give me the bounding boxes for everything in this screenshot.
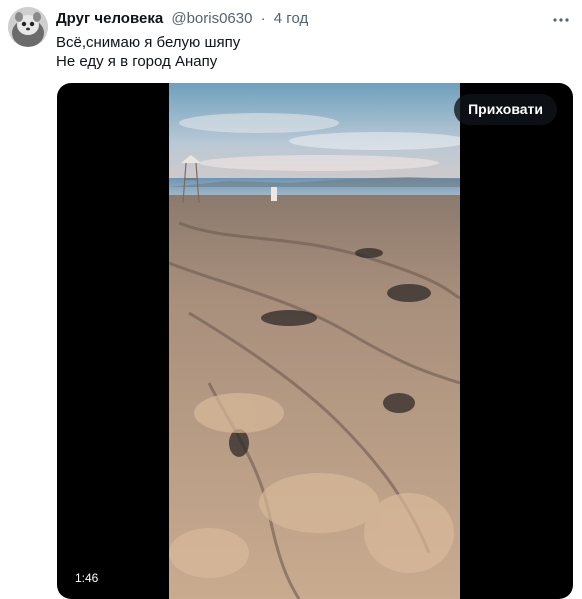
avatar-image [8, 7, 48, 47]
tweet: Друг человека @boris0630 · 4 год Всё,сни… [0, 0, 582, 599]
author-handle[interactable]: @boris0630 [171, 10, 252, 27]
avatar[interactable] [8, 7, 48, 47]
video-player[interactable]: Приховати 1:46 [57, 83, 573, 599]
more-horizontal-icon [552, 10, 570, 27]
video-frame[interactable] [169, 83, 460, 599]
tweet-text: Всё,снимаю я белую шяпу Не еду я в город… [56, 33, 240, 71]
tweet-text-line: Не еду я в город Анапу [56, 53, 218, 70]
tweet-header: Друг человека @boris0630 · 4 год [56, 9, 308, 29]
tweet-text-line: Всё,снимаю я белую шяпу [56, 34, 241, 51]
tweet-timestamp[interactable]: 4 год [274, 10, 308, 27]
video-duration-badge: 1:46 [75, 571, 99, 585]
more-options-button[interactable] [548, 8, 574, 28]
separator-dot: · [260, 10, 266, 27]
video-thumbnail [169, 83, 460, 599]
author-display-name[interactable]: Друг человека [56, 10, 163, 27]
hide-media-button[interactable]: Приховати [454, 94, 557, 125]
